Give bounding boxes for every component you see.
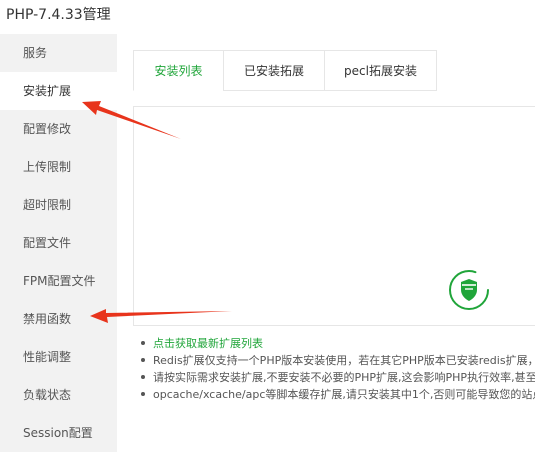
note-item: opcache/xcache/apc等脚本缓存扩展,请只安装其中1个,否则可能导… (137, 386, 535, 403)
sidebar-item-install-extensions[interactable]: 安装扩展 (0, 72, 117, 110)
note-item: Redis扩展仅支持一个PHP版本安装使用，若在其它PHP版本已安装redis扩… (137, 352, 535, 369)
window-titlebar: PHP-7.4.33管理 (0, 0, 535, 34)
tab-pecl-install[interactable]: pecl拓展安装 (324, 50, 437, 91)
sidebar-item-timeout-limit[interactable]: 超时限制 (0, 186, 117, 224)
sidebar-item-load-status[interactable]: 负载状态 (0, 376, 117, 414)
sidebar-item-upload-limit[interactable]: 上传限制 (0, 148, 117, 186)
sidebar-item-config-file[interactable]: 配置文件 (0, 224, 117, 262)
sidebar-item-session-config[interactable]: Session配置 (0, 414, 117, 452)
sidebar-item-service[interactable]: 服务 (0, 34, 117, 72)
note-item: 请按实际需求安装扩展,不要安装不必要的PHP扩展,这会影响PHP执行效率,甚至出… (137, 369, 535, 386)
tab-install-list[interactable]: 安装列表 (133, 50, 224, 91)
sidebar: 服务 安装扩展 配置修改 上传限制 超时限制 配置文件 FPM配置文件 禁用函数… (0, 34, 117, 452)
main-content: 安装列表 已安装拓展 pecl拓展安装 点击获取最新扩展列表 Redis扩展仅支… (117, 34, 535, 452)
sidebar-item-performance-tuning[interactable]: 性能调整 (0, 338, 117, 376)
notes-list: 点击获取最新扩展列表 Redis扩展仅支持一个PHP版本安装使用，若在其它PHP… (137, 335, 535, 403)
tab-installed-extensions[interactable]: 已安装拓展 (223, 50, 325, 91)
sidebar-item-config-edit[interactable]: 配置修改 (0, 110, 117, 148)
loading-shield-icon (449, 270, 489, 310)
sidebar-item-fpm-config-file[interactable]: FPM配置文件 (0, 262, 117, 300)
refresh-extension-list-link[interactable]: 点击获取最新扩展列表 (137, 335, 535, 352)
window-title: PHP-7.4.33管理 (6, 7, 111, 23)
extension-list-panel (133, 106, 535, 326)
sidebar-item-disabled-functions[interactable]: 禁用函数 (0, 300, 117, 338)
